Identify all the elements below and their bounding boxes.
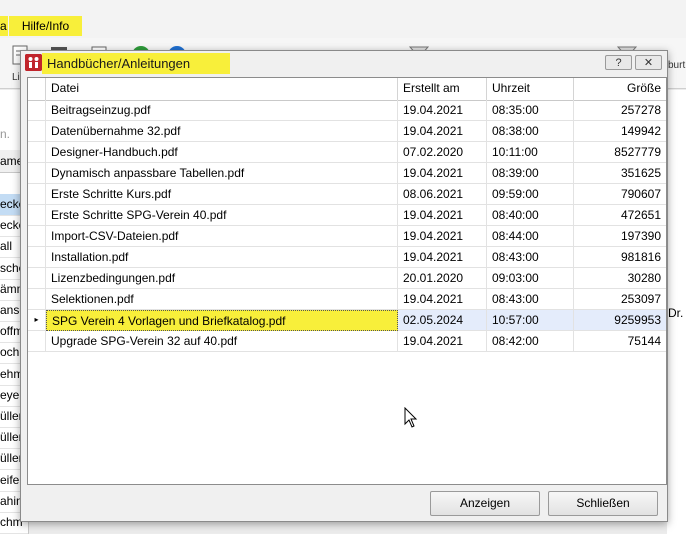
cell-erstellt: 19.04.2021 xyxy=(398,289,487,310)
row-indicator xyxy=(28,226,46,247)
header-uhrzeit[interactable]: Uhrzeit xyxy=(487,78,574,100)
cell-uhrzeit: 08:44:00 xyxy=(487,226,574,247)
table-row[interactable]: ▸ SPG Verein 4 Vorlagen und Briefkatalog.… xyxy=(28,310,666,331)
row-indicator xyxy=(28,163,46,184)
mouse-cursor-icon xyxy=(404,407,418,428)
cell-erstellt: 08.06.2021 xyxy=(398,184,487,205)
cell-groesse: 351625 xyxy=(574,163,666,184)
header-datei[interactable]: Datei xyxy=(46,78,398,100)
menu-item-hilfe-info[interactable]: Hilfe/Info xyxy=(9,16,82,36)
cell-uhrzeit: 08:39:00 xyxy=(487,163,574,184)
table-row[interactable]: Lizenzbedingungen.pdf 20.01.2020 09:03:00 3… xyxy=(28,268,666,289)
cell-groesse: 257278 xyxy=(574,100,666,121)
table-row[interactable]: Installation.pdf 19.04.2021 08:43:00 981816 xyxy=(28,247,666,268)
close-button[interactable]: ✕ xyxy=(635,55,662,70)
table-row[interactable]: Beitragseinzug.pdf 19.04.2021 08:35:00 2572… xyxy=(28,100,666,121)
cell-uhrzeit: 08:43:00 xyxy=(487,289,574,310)
cell-datei: Datenübernahme 32.pdf xyxy=(46,121,398,142)
cell-erstellt: 19.04.2021 xyxy=(398,331,487,352)
header-indicator xyxy=(28,78,46,100)
cell-erstellt: 19.04.2021 xyxy=(398,226,487,247)
cell-datei: Beitragseinzug.pdf xyxy=(46,100,398,121)
table-row[interactable]: Import-CSV-Dateien.pdf 19.04.2021 08:44:00… xyxy=(28,226,666,247)
table-row[interactable]: Selektionen.pdf 19.04.2021 08:43:00 253097 xyxy=(28,289,666,310)
cell-groesse: 9259953 xyxy=(574,310,666,331)
cell-erstellt: 20.01.2020 xyxy=(398,268,487,289)
help-button[interactable]: ? xyxy=(605,55,632,70)
row-indicator xyxy=(28,205,46,226)
row-indicator xyxy=(28,247,46,268)
cell-uhrzeit: 08:40:00 xyxy=(487,205,574,226)
cell-groesse: 790607 xyxy=(574,184,666,205)
cell-datei: Lizenzbedingungen.pdf xyxy=(46,268,398,289)
cell-uhrzeit: 09:03:00 xyxy=(487,268,574,289)
anzeigen-button[interactable]: Anzeigen xyxy=(430,491,540,516)
cell-erstellt: 07.02.2020 xyxy=(398,142,487,163)
cell-uhrzeit: 08:35:00 xyxy=(487,100,574,121)
cell-groesse: 75144 xyxy=(574,331,666,352)
table-row[interactable]: Dynamisch anpassbare Tabellen.pdf 19.04.2… xyxy=(28,163,666,184)
row-indicator xyxy=(28,289,46,310)
header-groesse[interactable]: Größe xyxy=(574,78,666,100)
cell-groesse: 253097 xyxy=(574,289,666,310)
cell-datei: SPG Verein 4 Vorlagen und Briefkatalog.p… xyxy=(46,310,398,331)
cell-erstellt: 19.04.2021 xyxy=(398,121,487,142)
cell-uhrzeit: 09:59:00 xyxy=(487,184,574,205)
cell-datei: Designer-Handbuch.pdf xyxy=(46,142,398,163)
row-indicator xyxy=(28,268,46,289)
cell-groesse: 981816 xyxy=(574,247,666,268)
schliessen-button[interactable]: Schließen xyxy=(548,491,658,516)
cell-erstellt: 19.04.2021 xyxy=(398,247,487,268)
app-logo-icon xyxy=(25,54,42,71)
cell-erstellt: 19.04.2021 xyxy=(398,205,487,226)
cell-erstellt: 02.05.2024 xyxy=(398,310,487,331)
cell-uhrzeit: 10:57:00 xyxy=(487,310,574,331)
table-row[interactable]: Erste Schritte SPG-Verein 40.pdf 19.04.20… xyxy=(28,205,666,226)
cell-datei: Upgrade SPG-Verein 32 auf 40.pdf xyxy=(46,331,398,352)
menu-bar xyxy=(0,0,686,39)
cell-datei: Erste Schritte SPG-Verein 40.pdf xyxy=(46,205,398,226)
row-indicator xyxy=(28,331,46,352)
file-table: Datei Erstellt am Uhrzeit Größe Beitrags… xyxy=(27,77,667,485)
row-pointer-icon: ▸ xyxy=(28,310,46,331)
table-row[interactable]: Designer-Handbuch.pdf 07.02.2020 10:11:00 8… xyxy=(28,142,666,163)
table-header: Datei Erstellt am Uhrzeit Größe xyxy=(28,78,666,101)
row-indicator xyxy=(28,142,46,163)
table-row[interactable]: Upgrade SPG-Verein 32 auf 40.pdf 19.04.20… xyxy=(28,331,666,352)
cell-datei: Selektionen.pdf xyxy=(46,289,398,310)
cell-datei: Import-CSV-Dateien.pdf xyxy=(46,226,398,247)
cell-datei: Erste Schritte Kurs.pdf xyxy=(46,184,398,205)
manuals-dialog: Handbücher/Anleitungen ? ✕ Datei Erstell… xyxy=(20,50,668,522)
cell-groesse: 30280 xyxy=(574,268,666,289)
cell-groesse: 8527779 xyxy=(574,142,666,163)
cell-uhrzeit: 10:11:00 xyxy=(487,142,574,163)
table-row[interactable]: Erste Schritte Kurs.pdf 08.06.2021 09:59:0… xyxy=(28,184,666,205)
row-indicator xyxy=(28,184,46,205)
background-right-cell: Dr. xyxy=(668,306,684,320)
dialog-title: Handbücher/Anleitungen xyxy=(47,56,191,71)
cell-groesse: 197390 xyxy=(574,226,666,247)
cell-erstellt: 19.04.2021 xyxy=(398,163,487,184)
header-erstellt[interactable]: Erstellt am xyxy=(398,78,487,100)
cell-uhrzeit: 08:38:00 xyxy=(487,121,574,142)
cell-groesse: 149942 xyxy=(574,121,666,142)
table-row[interactable]: Datenübernahme 32.pdf 19.04.2021 08:38:00 1… xyxy=(28,121,666,142)
cell-datei: Dynamisch anpassbare Tabellen.pdf xyxy=(46,163,398,184)
cell-uhrzeit: 08:43:00 xyxy=(487,247,574,268)
row-indicator xyxy=(28,100,46,121)
row-indicator xyxy=(28,121,46,142)
menu-item-partial[interactable]: a xyxy=(0,16,8,36)
cell-erstellt: 19.04.2021 xyxy=(398,100,487,121)
cell-datei: Installation.pdf xyxy=(46,247,398,268)
cell-groesse: 472651 xyxy=(574,205,666,226)
toolbar-label-right: burt xyxy=(668,60,686,71)
cell-uhrzeit: 08:42:00 xyxy=(487,331,574,352)
